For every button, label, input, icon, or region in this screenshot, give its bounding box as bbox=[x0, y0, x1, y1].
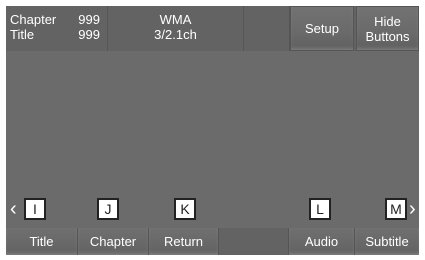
key-l[interactable]: L bbox=[309, 198, 331, 220]
bottom-bar-spacer bbox=[219, 228, 289, 255]
return-button-label: Return bbox=[163, 234, 204, 249]
previous-arrow-icon[interactable]: ‹ bbox=[10, 198, 17, 220]
audio-button-label: Audio bbox=[304, 234, 339, 249]
key-k[interactable]: K bbox=[174, 198, 196, 220]
hide-buttons-label-line2: Buttons bbox=[365, 28, 410, 44]
media-screen: Chapter 999 Title 999 WMA 3/2.1ch Setup … bbox=[6, 6, 419, 255]
title-button-label: Title bbox=[29, 234, 54, 249]
key-j[interactable]: J bbox=[97, 198, 119, 220]
title-label: Title bbox=[10, 27, 35, 42]
return-button[interactable]: Return bbox=[149, 228, 219, 255]
top-bar: Chapter 999 Title 999 WMA 3/2.1ch Setup … bbox=[6, 6, 419, 51]
chapter-button-label: Chapter bbox=[89, 234, 137, 249]
chapter-button[interactable]: Chapter bbox=[78, 228, 149, 255]
chapter-title-info: Chapter 999 Title 999 bbox=[6, 6, 108, 51]
hide-buttons-label-line1: Hide bbox=[374, 13, 401, 29]
setup-button[interactable]: Setup bbox=[290, 6, 354, 51]
title-button[interactable]: Title bbox=[6, 228, 78, 255]
subtitle-button[interactable]: Subtitle bbox=[355, 228, 419, 255]
key-i[interactable]: I bbox=[24, 198, 46, 220]
audio-channels: 3/2.1ch bbox=[154, 27, 197, 42]
setup-button-label: Setup bbox=[305, 21, 339, 36]
audio-button[interactable]: Audio bbox=[289, 228, 355, 255]
hide-buttons-button[interactable]: Hide Buttons bbox=[356, 6, 419, 51]
bottom-bar: Title Chapter Return Audio Subtitle bbox=[6, 228, 419, 255]
next-arrow-icon[interactable]: › bbox=[409, 198, 416, 220]
key-m[interactable]: M bbox=[385, 198, 407, 220]
top-bar-spacer bbox=[244, 6, 290, 51]
title-value: 999 bbox=[78, 27, 100, 42]
chapter-key-row: ‹ I J K L M › bbox=[6, 192, 419, 226]
subtitle-button-label: Subtitle bbox=[365, 234, 409, 249]
chapter-label: Chapter bbox=[10, 12, 57, 27]
audio-format-info: WMA 3/2.1ch bbox=[108, 6, 244, 51]
chapter-value: 999 bbox=[78, 12, 100, 27]
audio-codec: WMA bbox=[159, 12, 192, 27]
